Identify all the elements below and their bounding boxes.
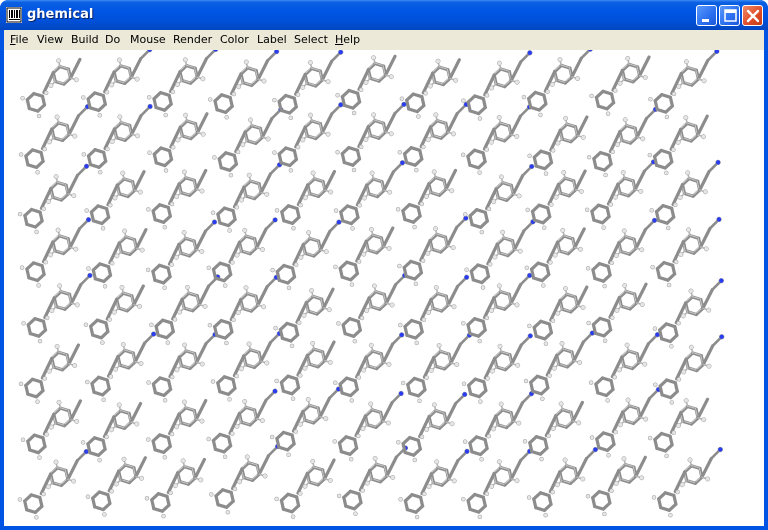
menu-label-label: Label [257, 33, 287, 46]
menu-view-label: View [37, 33, 64, 46]
molecule-3d-viewport[interactable] [4, 50, 764, 526]
menu-build-label: Build [71, 33, 99, 46]
menu-do-label: Do [105, 33, 121, 46]
menu-mouse[interactable]: Mouse [130, 32, 166, 47]
minimize-icon [702, 19, 709, 22]
menu-do[interactable]: Do [105, 32, 120, 47]
title-bar[interactable]: ghemical [0, 0, 768, 30]
menu-mouse-label: Mouse [130, 33, 166, 46]
menu-select[interactable]: Select [294, 32, 328, 47]
window-title: ghemical [27, 7, 94, 22]
maximize-icon [724, 9, 737, 22]
menu-build[interactable]: Build [71, 32, 99, 47]
menu-label[interactable]: Label [257, 32, 287, 47]
menu-bar: File View Build Do Mouse Render Color La… [4, 30, 764, 49]
molecular-lattice-render [17, 50, 725, 520]
close-icon [746, 9, 760, 23]
close-button[interactable] [742, 5, 763, 26]
maximize-button[interactable] [719, 5, 740, 26]
menu-view[interactable]: View [37, 32, 63, 47]
menu-help-label: elp [343, 33, 361, 46]
barcode-app-icon [6, 7, 22, 23]
menu-file[interactable]: File [10, 32, 28, 47]
menu-select-label: Select [294, 33, 328, 46]
menu-render[interactable]: Render [173, 32, 212, 47]
menu-color[interactable]: Color [220, 32, 249, 47]
minimize-button[interactable] [696, 5, 717, 26]
menu-help[interactable]: Help [335, 32, 360, 47]
menu-file-label: ile [15, 33, 29, 46]
menu-color-label: Color [220, 33, 249, 46]
app-window: ghemical File View Build Do Mouse Render… [0, 0, 768, 530]
menu-render-label: Render [173, 33, 213, 46]
